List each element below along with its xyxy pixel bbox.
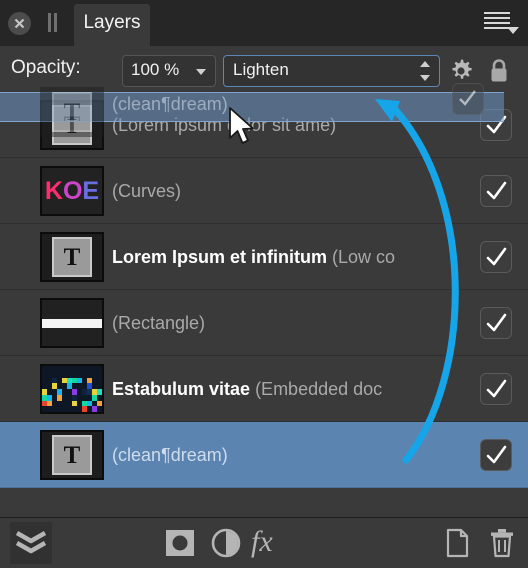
stepper-updown-icon[interactable] — [420, 61, 431, 81]
layer-list[interactable]: T (Lorem ipsum dolor sit ame) K O E (Curves) T… — [0, 92, 528, 518]
opacity-value: 100 % — [131, 60, 179, 80]
layer-row[interactable]: Estabulum vitae (Embedded doc — [0, 356, 528, 422]
layer-row[interactable]: T (Lorem ipsum dolor sit ame) — [0, 92, 528, 158]
blend-mode-value: Lighten — [233, 60, 289, 80]
layer-subtitle: (Low co — [332, 247, 395, 267]
layer-row[interactable]: T Lorem Ipsum et infinitum (Low co — [0, 224, 528, 290]
adjustment-layer-icon[interactable] — [209, 526, 243, 560]
visibility-checkbox[interactable] — [480, 439, 512, 471]
layer-name: (Rectangle) — [112, 290, 458, 356]
embedded-image-thumbnail — [40, 364, 104, 414]
rectangle-layer-thumbnail — [40, 298, 104, 348]
fx-icon[interactable]: fx — [251, 526, 291, 560]
layer-row[interactable]: T (clean¶dream) — [0, 422, 528, 488]
layers-bottom-toolbar: fx — [0, 517, 528, 568]
layer-title: Estabulum vitae — [112, 379, 250, 399]
tab-layers[interactable]: Layers — [74, 4, 150, 46]
layer-row[interactable]: (Rectangle) — [0, 290, 528, 356]
visibility-checkbox[interactable] — [480, 307, 512, 339]
visibility-checkbox[interactable] — [480, 373, 512, 405]
layers-panel: Layers Opacity: 100 % Lighten T (Lorem i… — [0, 0, 528, 568]
layer-subtitle: (Curves) — [112, 181, 181, 201]
text-layer-thumbnail: T — [40, 232, 104, 282]
opacity-label: Opacity: — [11, 57, 81, 79]
visibility-checkbox[interactable] — [480, 175, 512, 207]
gear-icon[interactable] — [448, 58, 474, 89]
trash-icon[interactable] — [485, 526, 519, 560]
visibility-checkbox[interactable] — [480, 241, 512, 273]
layer-name: (Curves) — [112, 158, 458, 224]
lock-icon[interactable] — [487, 57, 511, 89]
layer-row[interactable]: K O E (Curves) — [0, 158, 528, 224]
new-layer-icon[interactable] — [440, 526, 474, 560]
visibility-checkbox[interactable] — [480, 109, 512, 141]
layer-title: Lorem Ipsum et infinitum — [112, 247, 327, 267]
close-circle-icon[interactable] — [8, 12, 31, 35]
layer-subtitle: (Embedded doc — [255, 379, 382, 399]
opacity-input[interactable]: 100 % — [122, 55, 216, 87]
layer-subtitle: (Lorem ipsum dolor sit ame) — [112, 115, 336, 135]
text-layer-thumbnail: T — [40, 100, 104, 150]
layer-name: Lorem Ipsum et infinitum (Low co — [112, 224, 458, 290]
layer-subtitle: (clean¶dream) — [112, 445, 228, 465]
pause-icon[interactable] — [45, 12, 59, 33]
chevron-down-icon[interactable] — [196, 69, 206, 75]
fx-label: fx — [251, 525, 273, 559]
text-layer-thumbnail: T — [40, 430, 104, 480]
layer-name: (Lorem ipsum dolor sit ame) — [112, 92, 458, 158]
layer-name: (clean¶dream) — [112, 422, 458, 488]
curves-layer-thumbnail: KOE — [40, 166, 104, 216]
blend-mode-select[interactable]: Lighten — [223, 55, 440, 87]
layer-name: Estabulum vitae (Embedded doc — [112, 356, 458, 422]
layer-stack-icon[interactable] — [10, 522, 52, 564]
panel-menu-icon[interactable] — [482, 9, 522, 37]
layer-subtitle: (Rectangle) — [112, 313, 205, 333]
chevron-down-icon — [507, 27, 519, 34]
add-mask-icon[interactable] — [163, 526, 197, 560]
panel-titlebar: Layers — [0, 0, 528, 47]
